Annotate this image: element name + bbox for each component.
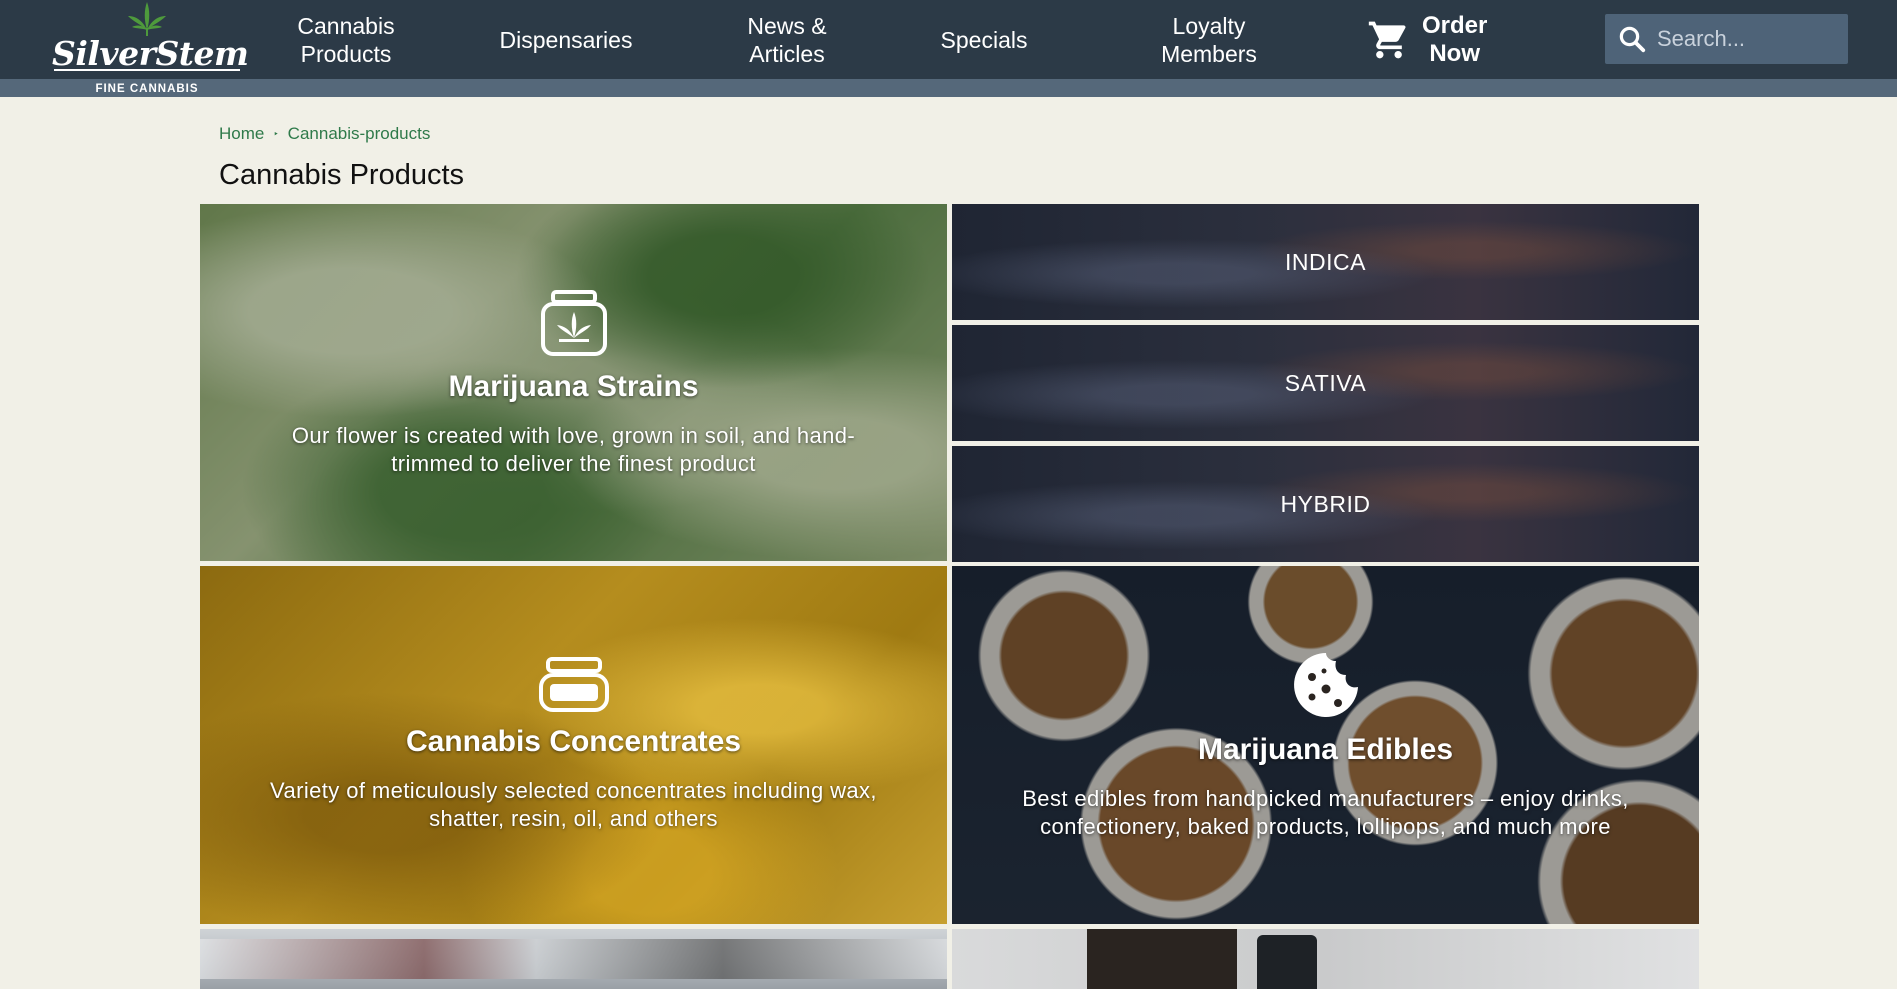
nav-cannabis-products-label: Cannabis Products	[297, 12, 395, 67]
strain-type-indica-label: INDICA	[1285, 248, 1366, 275]
nav-loyalty-members[interactable]: Loyalty Members	[1148, 0, 1270, 79]
header-accent-strip	[0, 79, 1897, 97]
nav-dispensaries-label: Dispensaries	[499, 26, 633, 53]
brand-logo[interactable]: SilverStem FINE CANNABIS	[52, 2, 249, 96]
brand-tagline: FINE CANNABIS	[95, 83, 199, 95]
cannabis-concentrates-title: Cannabis Concentrates	[405, 725, 742, 758]
search-icon[interactable]	[1617, 24, 1647, 54]
strain-type-hybrid-tile[interactable]: HYBRID	[952, 446, 1699, 562]
marijuana-edibles-title: Marijuana Edibles	[1197, 733, 1454, 766]
breadcrumb-current-link[interactable]: Cannabis-products	[288, 124, 431, 144]
strain-type-hybrid-label: HYBRID	[1280, 490, 1371, 517]
breadcrumb: Home ‣ Cannabis-products	[219, 124, 430, 144]
marijuana-edibles-tile[interactable]: Marijuana Edibles Best edibles from hand…	[952, 566, 1699, 924]
cannabis-leaf-logo-icon	[128, 2, 166, 36]
strain-type-sativa-label: SATIVA	[1284, 369, 1367, 396]
strain-type-sativa-tile[interactable]: SATIVA	[952, 325, 1699, 441]
marijuana-strains-tile[interactable]: Marijuana Strains Our flower is created …	[200, 204, 947, 561]
nav-news-articles[interactable]: News & Articles	[728, 0, 846, 79]
nav-specials[interactable]: Specials	[928, 0, 1040, 79]
breadcrumb-separator: ‣	[273, 128, 279, 139]
marijuana-edibles-description: Best edibles from handpicked manufacture…	[1022, 786, 1629, 839]
cookie-icon	[1293, 653, 1358, 717]
search-input[interactable]	[1655, 25, 1839, 53]
order-now-label: Order Now	[1422, 11, 1488, 67]
jar-leaf-icon	[540, 289, 607, 356]
concentrate-jar-icon	[538, 657, 609, 712]
marijuana-strains-title: Marijuana Strains	[448, 369, 699, 403]
page-title: Cannabis Products	[219, 159, 465, 191]
nav-news-articles-label: News & Articles	[747, 12, 827, 67]
search-box[interactable]	[1605, 14, 1848, 64]
product-tile-bottom-right[interactable]	[952, 929, 1699, 989]
breadcrumb-home-link[interactable]: Home	[219, 124, 264, 144]
nav-specials-label: Specials	[940, 26, 1028, 53]
logo-underline-swoosh	[54, 69, 240, 71]
order-now-button[interactable]: Order Now	[1366, 0, 1516, 79]
product-tile-bottom-left[interactable]	[200, 929, 947, 989]
nav-dispensaries[interactable]: Dispensaries	[490, 0, 642, 79]
nav-loyalty-members-label: Loyalty Members	[1161, 12, 1257, 67]
cannabis-concentrates-tile[interactable]: Cannabis Concentrates Variety of meticul…	[200, 566, 947, 924]
nav-cannabis-products[interactable]: Cannabis Products	[283, 0, 409, 79]
cannabis-concentrates-description: Variety of meticulously selected concent…	[270, 778, 877, 831]
marijuana-strains-description: Our flower is created with love, grown i…	[291, 422, 856, 476]
cart-icon	[1368, 21, 1406, 58]
strain-type-indica-tile[interactable]: INDICA	[952, 204, 1699, 320]
